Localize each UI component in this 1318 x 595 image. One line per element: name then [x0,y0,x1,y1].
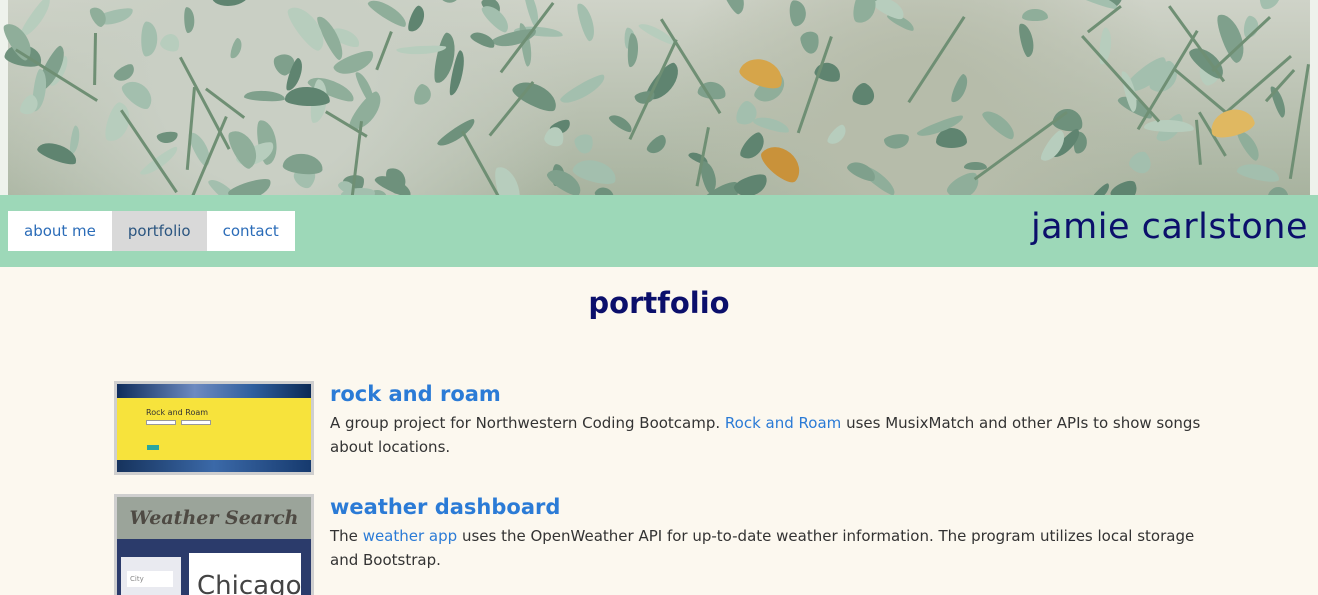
nav-link-contact[interactable]: contact [207,211,295,251]
leaf-shape [1266,184,1291,195]
stem-shape [92,33,97,86]
thumbnail-input [181,420,211,425]
leaf-shape [789,0,808,27]
leaf-shape [1143,118,1195,133]
project-title[interactable]: weather dashboard [330,494,1210,520]
leaf-shape [1125,148,1156,179]
leaf-shape [949,73,972,105]
leaf-shape [158,31,183,54]
project-thumbnail[interactable]: Rock and Roam [114,381,314,475]
leaf-shape [281,152,325,177]
leaf-shape [963,162,987,171]
leaf-shape [851,0,880,25]
leaf-shape [228,37,244,60]
leaf-shape [574,1,598,43]
leaf-shape [848,80,879,110]
stem-shape [1194,119,1202,166]
project-body: rock and roam A group project for Northw… [330,381,1210,459]
leaf-shape [1089,181,1113,195]
leaf-shape [138,145,182,180]
leaf-shape [1017,21,1037,58]
project-thumbnail[interactable]: Weather Search City Chicago [114,494,314,595]
leaf-shape [573,133,596,156]
leaf-shape [798,30,821,56]
hero-banner-image [0,0,1318,195]
project-description: The weather app uses the OpenWeather API… [330,524,1210,572]
earth-footer [117,460,311,472]
leaf-shape [845,157,879,184]
thumbnail-button [147,445,159,450]
leaf-shape [944,168,985,195]
nav-menu: about me portfolio contact [8,211,295,251]
description-text: A group project for Northwestern Coding … [330,414,721,432]
leaf-shape [182,6,195,34]
project-title[interactable]: rock and roam [330,381,1210,407]
leaf-shape [731,171,771,195]
project-link[interactable]: weather app [363,527,457,545]
leaf-shape [366,0,411,30]
leaf-shape [883,133,911,151]
leaf-shape [557,72,608,109]
leaf-shape [715,0,750,17]
description-text: The [330,527,358,545]
thumbnail-input [146,420,176,425]
leaf-shape [509,76,561,116]
thumbnail-heading: Weather Search [117,497,311,539]
leaf-shape [435,0,465,7]
leaf-shape [627,32,640,68]
dry-leaf-shape [736,53,788,93]
leaf-shape [1021,8,1048,21]
leaf-shape [1108,178,1142,195]
thumbnail-city-name: Chicago [197,571,302,595]
leaf-shape [405,4,428,36]
leaf-shape [1258,0,1283,11]
description-text: uses the OpenWeather API for up-to-date … [330,527,1195,569]
banner-right-edge [1310,0,1318,195]
stem-shape [186,87,197,171]
nav-link-about-me[interactable]: about me [8,211,112,251]
project-body: weather dashboard The weather app uses t… [330,494,1210,572]
leaf-shape [156,130,179,145]
leaf-shape [644,133,670,158]
stem-shape [1288,64,1310,180]
earth-banner [117,384,311,398]
leaf-shape [243,89,285,103]
stem-shape [374,30,393,70]
page-title: portfolio [588,286,730,320]
leaf-shape [593,184,618,195]
leaf-shape [825,122,850,148]
thumbnail-city-input: City [127,571,173,587]
site-brand: jamie carlstone [1030,207,1308,247]
leaf-shape [411,82,434,108]
project-description: A group project for Northwestern Coding … [330,411,1210,459]
navbar: about me portfolio contact jamie carlsto… [0,195,1318,267]
leaf-shape [980,106,1019,142]
leaf-shape [469,28,498,51]
leaf-shape [1236,160,1282,184]
leaf-shape [226,176,274,195]
leaf-shape [141,21,158,57]
thumbnail-heading: Rock and Roam [146,408,209,417]
project-link[interactable]: Rock and Roam [725,414,841,432]
leaf-shape [87,4,110,30]
nav-link-portfolio[interactable]: portfolio [111,211,207,251]
leaf-shape [211,0,250,8]
